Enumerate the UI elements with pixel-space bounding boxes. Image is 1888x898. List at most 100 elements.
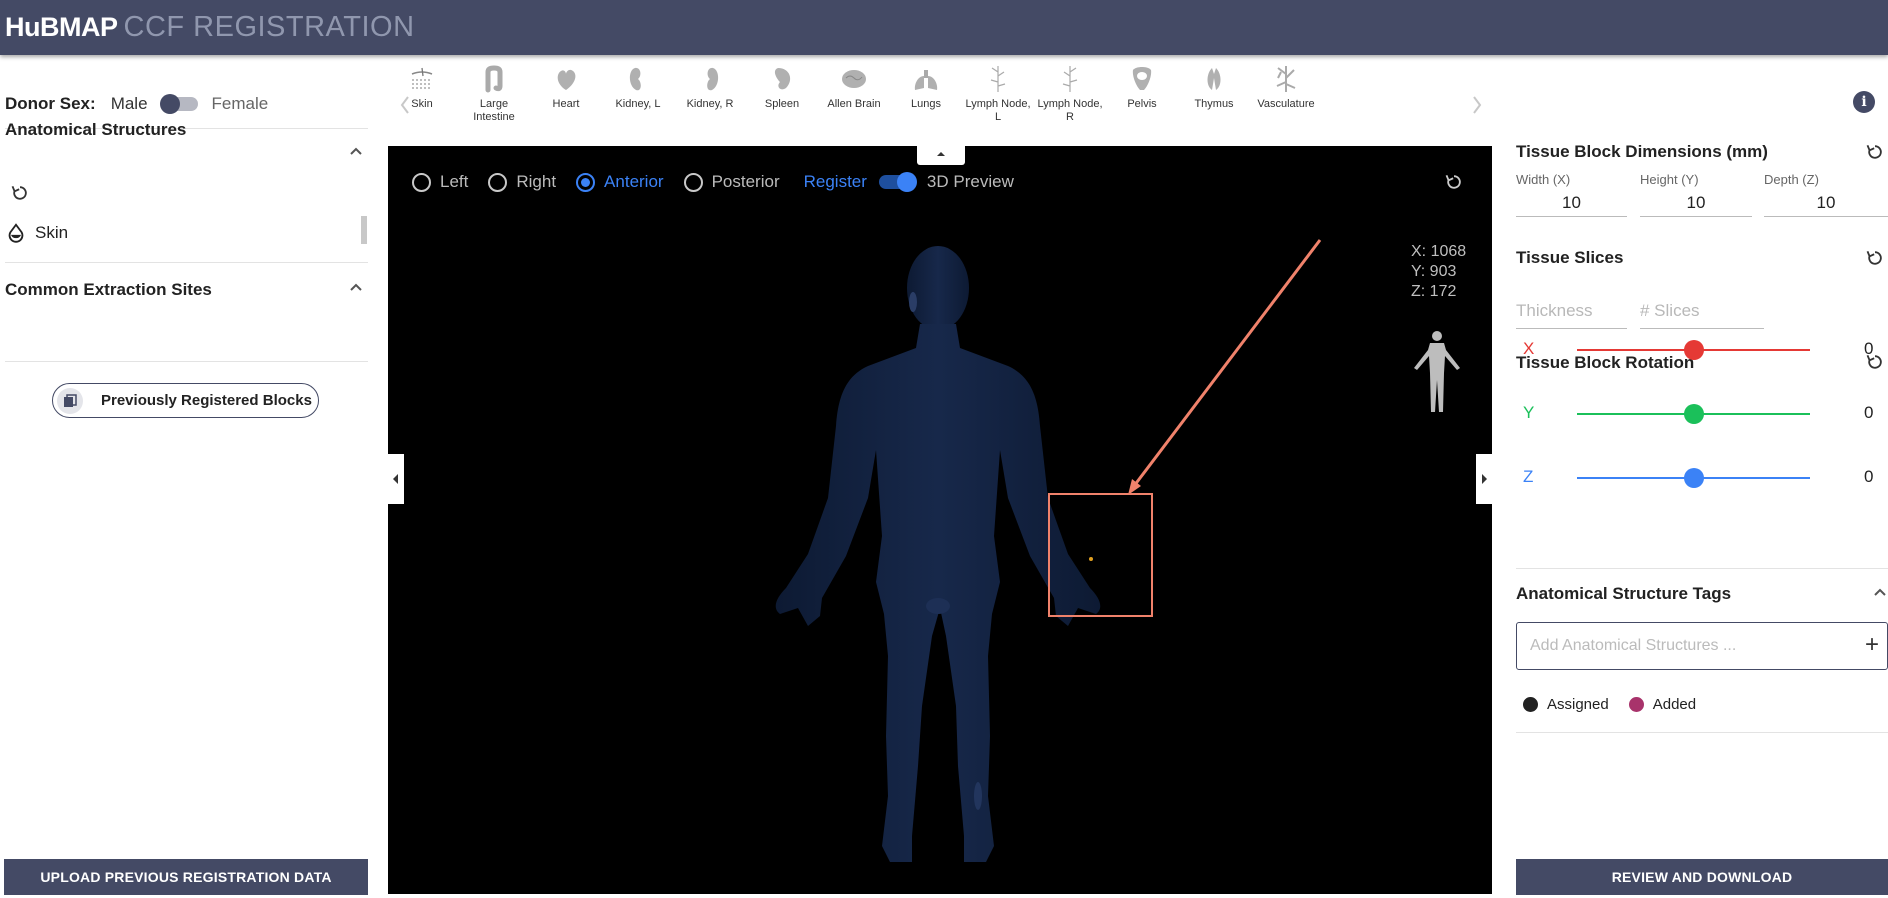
chevron-up-icon[interactable] bbox=[349, 146, 363, 156]
chevron-up-icon[interactable] bbox=[1873, 587, 1887, 597]
extraction-sites-title[interactable]: Common Extraction Sites bbox=[5, 280, 212, 300]
rotation-row-z: Z0 bbox=[1516, 463, 1886, 493]
brain-icon bbox=[842, 70, 866, 88]
registration-stage[interactable]: Left Right Anterior Posterior Register 3… bbox=[388, 146, 1492, 894]
rotation-slider-thumb[interactable] bbox=[1683, 404, 1704, 424]
organ-label: Vasculature bbox=[1257, 98, 1315, 110]
organ-label: Skin bbox=[411, 98, 433, 110]
organ-label: Pelvis bbox=[1127, 98, 1157, 110]
height-label: Height (Y) bbox=[1640, 172, 1699, 187]
brand-logo[interactable]: HuBMAP bbox=[5, 12, 118, 43]
width-input[interactable]: 10 bbox=[1516, 193, 1627, 217]
male-label: Male bbox=[110, 94, 148, 113]
thickness-input[interactable]: Thickness bbox=[1516, 301, 1627, 329]
tissue-block-marker[interactable] bbox=[1048, 493, 1153, 617]
donor-sex-toggle[interactable] bbox=[159, 94, 198, 114]
tag-legend: Assigned Added bbox=[1523, 696, 1696, 713]
organ-label: Large Intestine bbox=[473, 98, 515, 123]
organ-lungs[interactable]: Lungs bbox=[892, 64, 960, 111]
right-panel: Tissue Block Dimensions (mm) Width (X) 1… bbox=[1516, 56, 1888, 898]
assigned-dot bbox=[1523, 697, 1538, 712]
scrollbar-thumb[interactable] bbox=[361, 216, 367, 244]
annotation-overlay bbox=[1048, 239, 1322, 617]
organ-heart[interactable]: Heart bbox=[532, 64, 600, 111]
thymus-icon bbox=[1207, 68, 1221, 90]
organ-vasculature[interactable]: Vasculature bbox=[1252, 64, 1320, 111]
organ-skin[interactable]: Skin bbox=[388, 64, 456, 111]
heart-icon bbox=[557, 69, 576, 90]
rotation-slider-thumb[interactable] bbox=[1683, 340, 1704, 360]
rotation-row-y: Y0 bbox=[1516, 399, 1886, 429]
donor-sex-label: Donor Sex: bbox=[5, 94, 96, 113]
previously-registered-blocks-button[interactable]: Previously Registered Blocks bbox=[52, 383, 319, 418]
collapse-top-tab[interactable] bbox=[917, 143, 965, 165]
reset-slices-icon[interactable] bbox=[1865, 248, 1885, 268]
divider bbox=[1516, 568, 1888, 569]
organ-large-intestine[interactable]: Large Intestine bbox=[460, 64, 528, 124]
added-label: Added bbox=[1652, 696, 1697, 713]
organ-brain[interactable]: Allen Brain bbox=[820, 64, 888, 111]
depth-input[interactable]: 10 bbox=[1764, 193, 1888, 217]
kidney-right-icon bbox=[707, 67, 719, 91]
assigned-label: Assigned bbox=[1547, 696, 1609, 713]
female-label: Female bbox=[211, 94, 269, 113]
pelvis-icon bbox=[1132, 67, 1152, 90]
organ-label: Heart bbox=[552, 98, 580, 110]
divider bbox=[1516, 732, 1888, 733]
organ-label: Spleen bbox=[764, 98, 800, 110]
tags-input[interactable]: Add Anatomical Structures ... + bbox=[1516, 622, 1888, 670]
drop-icon bbox=[8, 223, 24, 243]
height-input[interactable]: 10 bbox=[1640, 193, 1752, 217]
collapse-left-tab[interactable] bbox=[388, 454, 404, 504]
previously-registered-label: Previously Registered Blocks bbox=[101, 392, 312, 409]
added-dot bbox=[1628, 697, 1644, 712]
rotation-value: 0 bbox=[1864, 339, 1874, 358]
width-field[interactable]: Width (X) 10 bbox=[1516, 172, 1627, 217]
structure-item-skin[interactable]: Skin bbox=[5, 222, 68, 244]
height-field[interactable]: Height (Y) 10 bbox=[1640, 172, 1752, 217]
carousel-next-icon[interactable] bbox=[1470, 94, 1484, 116]
vasculature-icon bbox=[1276, 66, 1296, 92]
depth-field[interactable]: Depth (Z) 10 bbox=[1764, 172, 1888, 217]
app-title: CCF REGISTRATION bbox=[123, 11, 415, 43]
annotation-arrow bbox=[1132, 239, 1322, 487]
rotation-slider-thumb[interactable] bbox=[1683, 468, 1704, 488]
organ-label: Kidney, L bbox=[615, 98, 661, 110]
rotation-row-x: X0 bbox=[1516, 335, 1886, 365]
organ-lymph-node-left[interactable]: Lymph Node, L bbox=[964, 64, 1032, 124]
axis-label: Z bbox=[1523, 467, 1534, 486]
depth-label: Depth (Z) bbox=[1764, 172, 1819, 187]
reset-dimensions-icon[interactable] bbox=[1865, 142, 1885, 162]
add-tag-icon[interactable]: + bbox=[1865, 633, 1879, 657]
lymph-node-left-icon bbox=[990, 66, 1006, 92]
organ-kidney-left[interactable]: Kidney, L bbox=[604, 64, 672, 111]
divider bbox=[5, 361, 368, 362]
organ-lymph-node-right[interactable]: Lymph Node, R bbox=[1036, 64, 1104, 124]
organ-label: Thymus bbox=[1194, 98, 1234, 110]
tissue-point-marker bbox=[1089, 557, 1093, 561]
tags-title[interactable]: Anatomical Structure Tags bbox=[1516, 584, 1731, 604]
rotation-value: 0 bbox=[1864, 467, 1874, 486]
organ-pelvis[interactable]: Pelvis bbox=[1108, 64, 1176, 111]
chevron-up-icon[interactable] bbox=[349, 282, 363, 292]
slices-input[interactable]: # Slices bbox=[1640, 301, 1764, 329]
structure-label: Skin bbox=[35, 223, 69, 242]
rotation-value: 0 bbox=[1864, 403, 1874, 422]
organ-thymus[interactable]: Thymus bbox=[1180, 64, 1248, 111]
spleen-icon bbox=[774, 68, 791, 90]
lungs-icon bbox=[914, 70, 938, 90]
app-header: HuBMAP CCF REGISTRATION bbox=[0, 0, 1888, 55]
reset-icon[interactable] bbox=[10, 183, 30, 203]
anatomical-structures-title[interactable]: Anatomical Structures bbox=[5, 120, 186, 140]
organ-kidney-right[interactable]: Kidney, R bbox=[676, 64, 744, 111]
organ-label: Lungs bbox=[911, 98, 941, 110]
donor-sex-control: Donor Sex: Male Female bbox=[5, 94, 268, 114]
collapse-right-tab[interactable] bbox=[1476, 454, 1492, 504]
upload-registration-button[interactable]: UPLOAD PREVIOUS REGISTRATION DATA bbox=[4, 859, 368, 895]
tissue-slices-title: Tissue Slices bbox=[1516, 248, 1624, 267]
organ-spleen[interactable]: Spleen bbox=[748, 64, 816, 111]
cube-icon bbox=[57, 387, 83, 414]
large-intestine-icon bbox=[485, 65, 503, 93]
review-and-download-button[interactable]: REVIEW AND DOWNLOAD bbox=[1516, 859, 1888, 895]
organ-label: Allen Brain bbox=[827, 98, 881, 110]
